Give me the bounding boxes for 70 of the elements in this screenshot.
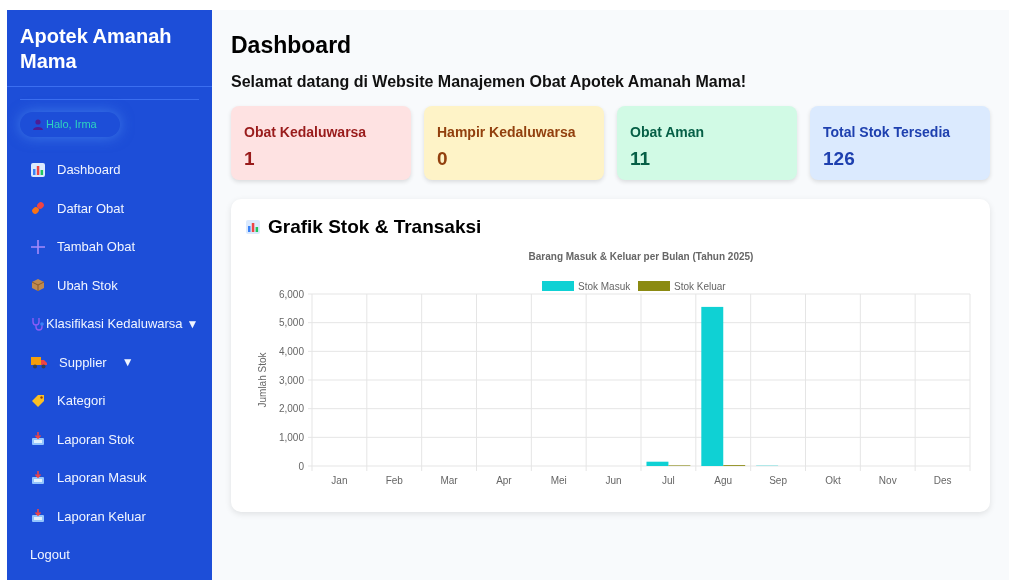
y-tick-label: 2,000 [278,402,304,414]
sidebar-link[interactable]: Klasifikasi Kedaluwarsa ▼ [7,304,212,343]
x-tick-label: Okt [825,474,841,486]
stat-label: Obat Aman [630,123,706,142]
sidebar-link[interactable]: Supplier ▼ [7,343,212,382]
sidebar-link[interactable]: Ubah Stok [7,266,212,305]
stat-label: Total Stok Tersedia [823,123,952,142]
x-tick-label: Nov [878,474,897,486]
x-tick-label: Feb [385,474,403,486]
stat-value: 1 [244,147,256,171]
caret-icon: ▼ [186,314,199,333]
y-tick-label: 5,000 [278,316,304,328]
inbox-tray-icon [31,432,45,447]
user-icon [33,118,43,130]
truck-icon [31,355,47,370]
sidebar-link[interactable]: Laporan Keluar [7,497,212,536]
x-tick-label: Mar [440,474,458,486]
link-label: Tambah Obat [57,238,136,256]
stethoscope-icon [31,316,45,331]
page-title: Dashboard [231,31,353,60]
sidebar-link[interactable]: Dashboard [7,150,212,189]
y-tick-label: 0 [298,460,304,471]
y-tick-label: 6,000 [278,288,304,299]
sidebar-link[interactable]: Laporan Stok [7,420,212,459]
x-tick-label: Des [933,474,952,486]
bar-chart-icon [246,220,260,235]
link-label: Laporan Stok [57,430,135,449]
stat-label: Hampir Kedaluwarsa [437,123,577,142]
stat-value: 0 [437,147,449,171]
sidebar-link[interactable]: Daftar Obat [7,189,212,228]
stat-label: Obat Kedaluwarsa [244,123,368,142]
legend-label: Stok Masuk [578,280,632,292]
caret-icon: ▼ [121,353,134,372]
greeting-text: Halo, Irma [46,117,97,132]
inbox-tray-icon [31,470,45,485]
chart-title: Barang Masuk & Keluar per Bulan (Tahun 2025) [528,250,754,262]
inbox-tray-icon [31,509,45,524]
sidebar-link[interactable]: Kategori [7,381,212,420]
sidebar-link[interactable]: Laporan Masuk [7,458,212,497]
stat-value: 126 [823,147,856,171]
x-tick-label: Jul [662,474,675,486]
pill-icon [31,201,45,216]
link-label: Laporan Masuk [57,469,147,487]
x-tick-label: Apr [496,474,512,486]
chart-card-title: Grafik Stok & Transaksi [268,215,482,239]
y-tick-label: 3,000 [278,374,304,385]
link-label: Kategori [57,392,106,410]
box-icon [31,278,45,293]
link-label: Ubah Stok [57,276,118,295]
legend-label: Stok Keluar [674,280,727,292]
bar-chart-icon [31,162,45,177]
link-label: Laporan Keluar [57,507,146,526]
x-tick-label: Sep [769,474,787,486]
link-label: Klasifikasi Kedaluwarsa [46,315,183,333]
sidebar-link[interactable]: Tambah Obat [7,227,212,266]
x-tick-label: Jan [331,474,348,486]
welcome-text: Selamat datang di Website Manajemen Obat Apotek Amanah Mama! [231,72,748,92]
plus-icon [31,239,45,254]
x-tick-label: Jun [605,474,622,486]
link-label: Daftar Obat [57,199,125,218]
tag-icon [31,393,45,408]
link-label: Dashboard [57,161,121,179]
link-label: Supplier [59,353,107,372]
y-tick-label: 4,000 [278,345,304,357]
y-axis-label: Jumlah Stok [257,352,268,407]
logout-link[interactable]: Logout [7,535,212,574]
stat-value: 11 [630,147,652,171]
x-tick-label: Agu [714,474,733,486]
x-tick-label: Mei [550,474,567,486]
y-tick-label: 1,000 [278,431,304,443]
